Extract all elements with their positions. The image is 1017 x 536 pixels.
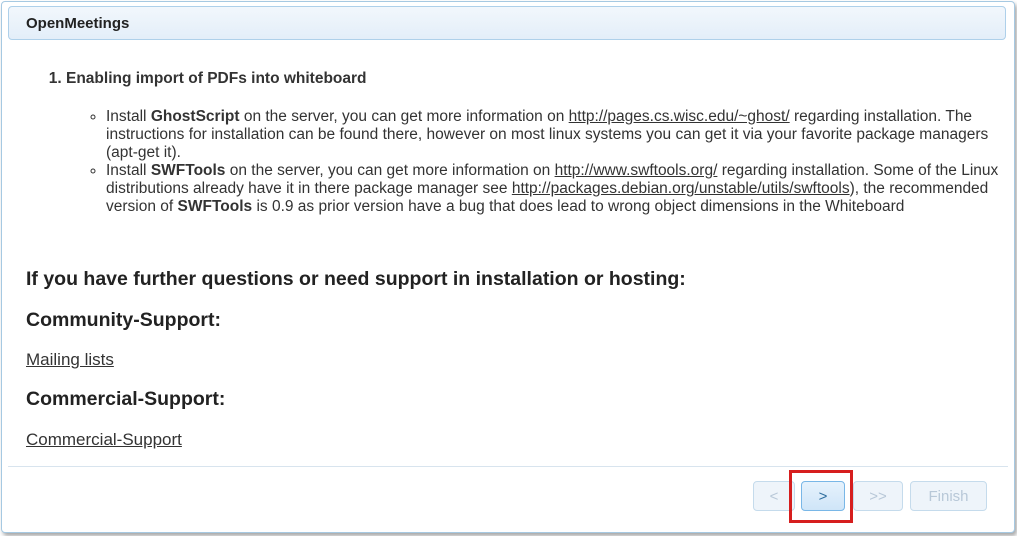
next-button-highlight <box>789 470 853 523</box>
dialog-titlebar: OpenMeetings <box>8 6 1006 40</box>
support-heading: If you have further questions or need su… <box>26 268 686 290</box>
item-text: on the server, you can get more informat… <box>239 108 569 125</box>
last-button[interactable]: >> <box>853 481 903 511</box>
footer-divider <box>8 466 1008 467</box>
community-support-heading: Community-Support: <box>26 309 221 331</box>
commercial-support-heading: Commercial-Support: <box>26 388 226 410</box>
item-bold: GhostScript <box>150 108 240 125</box>
item-text: is 0.9 as prior version have a bug that … <box>252 198 905 215</box>
step-sublist: Install GhostScript on the server, you c… <box>66 108 1006 216</box>
dialog-title: OpenMeetings <box>26 15 130 32</box>
dialog-content: Enabling import of PDFs into whiteboard … <box>2 42 1014 466</box>
item-text: Install <box>106 162 151 179</box>
item-bold: SWFTools <box>177 198 253 215</box>
step-item: Enabling import of PDFs into whiteboard … <box>66 70 1006 216</box>
item-text: Install <box>106 108 151 125</box>
mailing-lists-link[interactable]: Mailing lists <box>26 351 114 369</box>
commercial-support-link[interactable]: Commercial-Support <box>26 431 182 449</box>
item-bold: SWFTools <box>150 162 226 179</box>
list-item: Install SWFTools on the server, you can … <box>106 162 1006 216</box>
list-item: Install GhostScript on the server, you c… <box>106 108 1006 162</box>
ghostscript-link[interactable]: http://pages.cs.wisc.edu/~ghost/ <box>569 108 790 125</box>
step-title: Enabling import of PDFs into whiteboard <box>66 70 367 87</box>
steps-list: Enabling import of PDFs into whiteboard … <box>26 70 1006 216</box>
swftools-link[interactable]: http://www.swftools.org/ <box>555 162 718 179</box>
item-text: on the server, you can get more informat… <box>225 162 555 179</box>
finish-button[interactable]: Finish <box>910 481 987 511</box>
wizard-dialog: OpenMeetings Enabling import of PDFs int… <box>1 1 1015 533</box>
debian-package-link[interactable]: http://packages.debian.org/unstable/util… <box>512 180 850 197</box>
